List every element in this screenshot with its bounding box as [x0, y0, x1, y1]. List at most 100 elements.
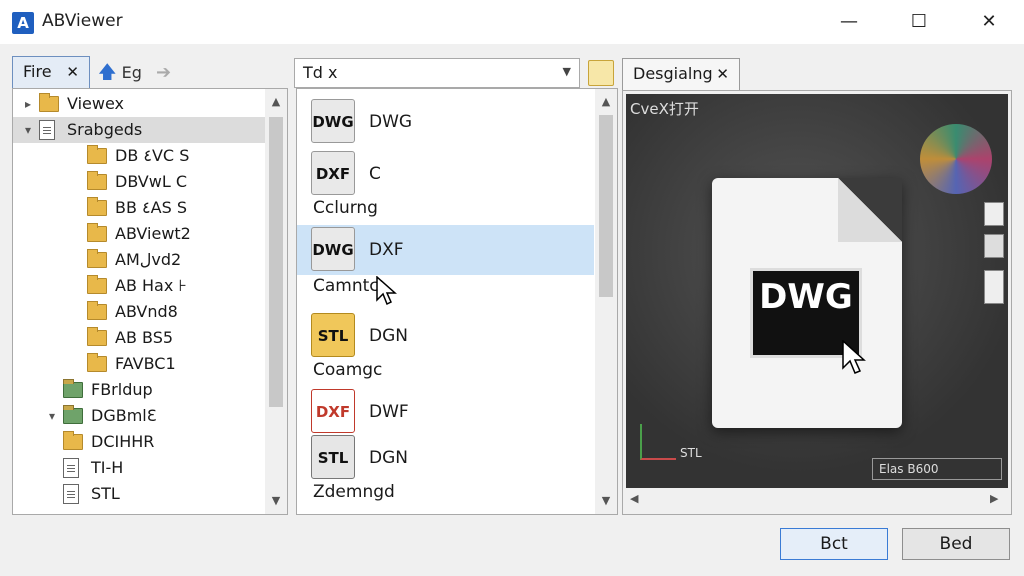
page-fold-icon — [838, 178, 902, 242]
dropdown-value: Td x — [303, 63, 338, 82]
file-type-panel: DWG DWG DXF C Cclurng DWG DXF Camntc STL DGN Coamg… — [296, 88, 618, 515]
tree-scrollbar[interactable]: ▲ ▼ — [265, 89, 287, 514]
tree-item[interactable]: ▾ DGBmlƐ — [13, 403, 265, 429]
folder-icon — [63, 431, 83, 450]
file-type-item[interactable]: STL DGN — [297, 433, 587, 483]
folder-icon — [87, 353, 107, 372]
filetype-scroll-thumb[interactable] — [599, 115, 613, 297]
scroll-up-icon[interactable]: ▲ — [265, 91, 287, 113]
tree-item[interactable]: FBrldup — [13, 377, 265, 403]
axis-gizmo-icon — [640, 424, 676, 460]
folder-tree: ▸ Viewex ▾ Srabgeds DB ٤VC S DBVwL C BB ٤AS S A… — [13, 89, 265, 514]
file-type-dropdown[interactable]: Td x ▼ — [294, 58, 580, 88]
side-doc-icon[interactable] — [984, 202, 1004, 226]
tab-preview[interactable]: Desgialng ✕ — [622, 58, 740, 90]
tree-item[interactable]: ABVnd8 — [13, 299, 265, 325]
filetype-scrollbar[interactable]: ▲ ▼ — [595, 89, 617, 514]
up-button[interactable]: 🡅 Eg — [98, 58, 142, 88]
cancel-button[interactable]: Bed — [902, 528, 1010, 560]
tree-item-label: Srabgeds — [67, 120, 143, 139]
chevron-down-icon[interactable]: ▾ — [21, 117, 35, 143]
side-page-icon[interactable] — [984, 270, 1004, 304]
tree-item-label: STL — [91, 484, 120, 503]
mouse-cursor-icon — [376, 276, 397, 306]
file-type-item[interactable]: DXF DWF — [297, 387, 587, 437]
file-type-icon: STL — [311, 435, 355, 479]
close-button[interactable]: ✕ — [966, 6, 1012, 38]
file-type-item[interactable]: STL DGN — [297, 311, 587, 361]
scroll-right-icon[interactable]: ▶ — [990, 488, 1004, 510]
tree-item[interactable]: DCIHHR — [13, 429, 265, 455]
folder-icon — [87, 197, 107, 216]
file-type-name: DGN — [369, 326, 408, 346]
tree-item-label: FBrldup — [91, 380, 153, 399]
tab-close-icon[interactable]: ✕ — [66, 57, 79, 87]
tree-item-label: TI-H — [91, 458, 124, 477]
tab-close-icon[interactable]: ✕ — [716, 59, 729, 89]
tree-item[interactable]: TI-H — [13, 455, 265, 481]
forward-button[interactable]: ➔ — [156, 58, 171, 88]
folder-icon — [87, 171, 107, 190]
file-type-name: DWG — [369, 112, 413, 132]
folder-icon — [63, 405, 83, 424]
tree-item[interactable]: AB Hax ⊦ — [13, 273, 265, 299]
ok-button[interactable]: Bct — [780, 528, 888, 560]
scroll-up-icon[interactable]: ▲ — [595, 91, 617, 113]
tree-item-label: DBVwL C — [115, 172, 188, 191]
tree-item[interactable]: DB ٤VC S — [13, 143, 265, 169]
chevron-down-icon: ▼ — [562, 65, 571, 78]
window-title: ABViewer — [42, 11, 123, 31]
document-folder-icon — [39, 120, 55, 140]
tree-item[interactable]: BB ٤AS S — [13, 195, 265, 221]
tree-item-label: DB ٤VC S — [115, 146, 190, 165]
file-type-item[interactable]: DWG DWG — [297, 97, 587, 147]
tree-item-label: ABVnd8 — [115, 302, 178, 321]
view-cube-icon[interactable] — [920, 124, 992, 194]
tab-fire[interactable]: Fire ✕ — [12, 56, 90, 88]
tab-preview-label: Desgialng — [633, 64, 713, 83]
folder-tree-panel: ▸ Viewex ▾ Srabgeds DB ٤VC S DBVwL C BB ٤AS S A… — [12, 88, 288, 515]
tree-item-label: BB ٤AS S — [115, 198, 187, 217]
file-type-name: DGN — [369, 448, 408, 468]
side-doc-icon[interactable] — [984, 234, 1004, 258]
folder-icon — [87, 223, 107, 242]
axis-label: STL — [680, 446, 702, 460]
scroll-down-icon[interactable]: ▼ — [265, 490, 287, 512]
file-icon — [63, 484, 79, 504]
tree-scroll-thumb[interactable] — [269, 117, 283, 407]
folder-icon — [87, 249, 107, 268]
file-type-list: DWG DWG DXF C Cclurng DWG DXF Camntc STL DGN Coamg… — [297, 89, 595, 514]
scroll-down-icon[interactable]: ▼ — [595, 490, 617, 512]
title-bar: A ABViewer — ☐ ✕ — [0, 0, 1024, 44]
folder-icon — [87, 145, 107, 164]
preview-overlay-label: CveX打开 — [630, 100, 699, 118]
file-type-icon: DWG — [311, 227, 355, 271]
preview-h-scrollbar[interactable]: ◀ ▶ — [626, 488, 1008, 510]
tree-item[interactable]: ABViewt2 — [13, 221, 265, 247]
chevron-down-icon[interactable]: ▾ — [45, 403, 59, 429]
file-type-category: Camntc — [313, 276, 379, 296]
chevron-right-icon[interactable]: ▸ — [21, 91, 35, 117]
file-type-item[interactable]: DWG DXF — [297, 225, 594, 275]
tree-item[interactable]: STL — [13, 481, 265, 507]
file-type-name: DXF — [369, 240, 404, 260]
tree-item[interactable]: DBVwL C — [13, 169, 265, 195]
tree-item[interactable]: ▸ Viewex — [13, 91, 265, 117]
minimize-button[interactable]: — — [826, 6, 872, 38]
maximize-button[interactable]: ☐ — [896, 6, 942, 38]
tree-item[interactable]: AMلvd2 — [13, 247, 265, 273]
tree-item[interactable]: AB BS5 — [13, 325, 265, 351]
abviewer-window: A ABViewer — ☐ ✕ Fire ✕ 🡅 Eg ➔ ▸ Viewex ▾ S… — [0, 0, 1024, 576]
up-button-label: Eg — [121, 63, 142, 82]
file-type-item[interactable]: DXF C — [297, 149, 587, 199]
open-folder-icon[interactable] — [588, 60, 614, 86]
scroll-left-icon[interactable]: ◀ — [630, 488, 644, 510]
file-type-icon: DXF — [311, 151, 355, 195]
tree-item[interactable]: FAVBC1 — [13, 351, 265, 377]
file-type-name: C — [369, 164, 381, 184]
tree-item[interactable]: ▾ Srabgeds — [13, 117, 265, 143]
folder-icon — [87, 327, 107, 346]
file-type-name: DWF — [369, 402, 409, 422]
tree-item-label: ABViewt2 — [115, 224, 191, 243]
tree-item-label: AB Hax ⊦ — [115, 276, 187, 295]
